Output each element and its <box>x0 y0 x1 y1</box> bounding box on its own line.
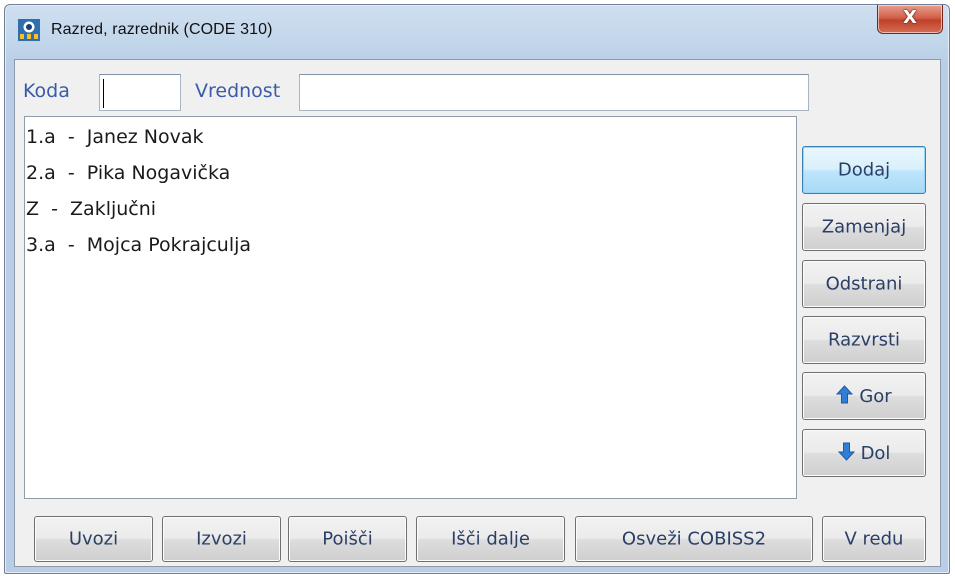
arrow-down-icon <box>837 442 855 461</box>
move-down-button[interactable]: Dol <box>802 429 926 477</box>
list-item[interactable]: 1.a - Janez Novak <box>26 125 204 149</box>
value-field[interactable] <box>299 74 809 111</box>
code-label: Koda <box>23 80 70 102</box>
dialog-window: Razred, razrednik (CODE 310) X Koda Vred… <box>4 4 950 574</box>
code-field[interactable] <box>99 74 181 111</box>
list-item[interactable]: 3.a - Mojca Pokrajculja <box>26 233 251 257</box>
list-item[interactable]: 2.a - Pika Nogavička <box>26 161 230 185</box>
text-caret <box>103 79 104 108</box>
replace-button[interactable]: Zamenjaj <box>802 203 926 251</box>
refresh-cobiss2-button[interactable]: Osveži COBISS2 <box>575 516 813 562</box>
find-next-button[interactable]: Išči dalje <box>416 516 565 562</box>
sort-button[interactable]: Razvrsti <box>802 316 926 364</box>
close-icon: X <box>903 7 917 28</box>
code-list[interactable]: 1.a - Janez Novak 2.a - Pika Nogavička Z… <box>24 116 797 499</box>
add-button[interactable]: Dodaj <box>802 146 926 194</box>
value-label: Vrednost <box>195 80 281 102</box>
import-button[interactable]: Uvozi <box>34 516 153 562</box>
remove-button[interactable]: Odstrani <box>802 260 926 308</box>
dialog-body: Koda Vrednost 1.a - Janez Novak 2.a - Pi… <box>14 59 941 567</box>
list-item[interactable]: Z - Zaključni <box>26 197 156 221</box>
window-title: Razred, razrednik (CODE 310) <box>51 21 273 38</box>
ok-button[interactable]: V redu <box>822 516 926 562</box>
find-button[interactable]: Poišči <box>288 516 407 562</box>
move-up-button[interactable]: Gor <box>802 372 926 420</box>
arrow-up-icon <box>836 385 854 404</box>
export-button[interactable]: Izvozi <box>162 516 281 562</box>
close-button[interactable]: X <box>877 5 943 34</box>
cobiss-app-icon <box>18 19 40 41</box>
title-bar[interactable]: Razred, razrednik (CODE 310) X <box>5 5 949 57</box>
